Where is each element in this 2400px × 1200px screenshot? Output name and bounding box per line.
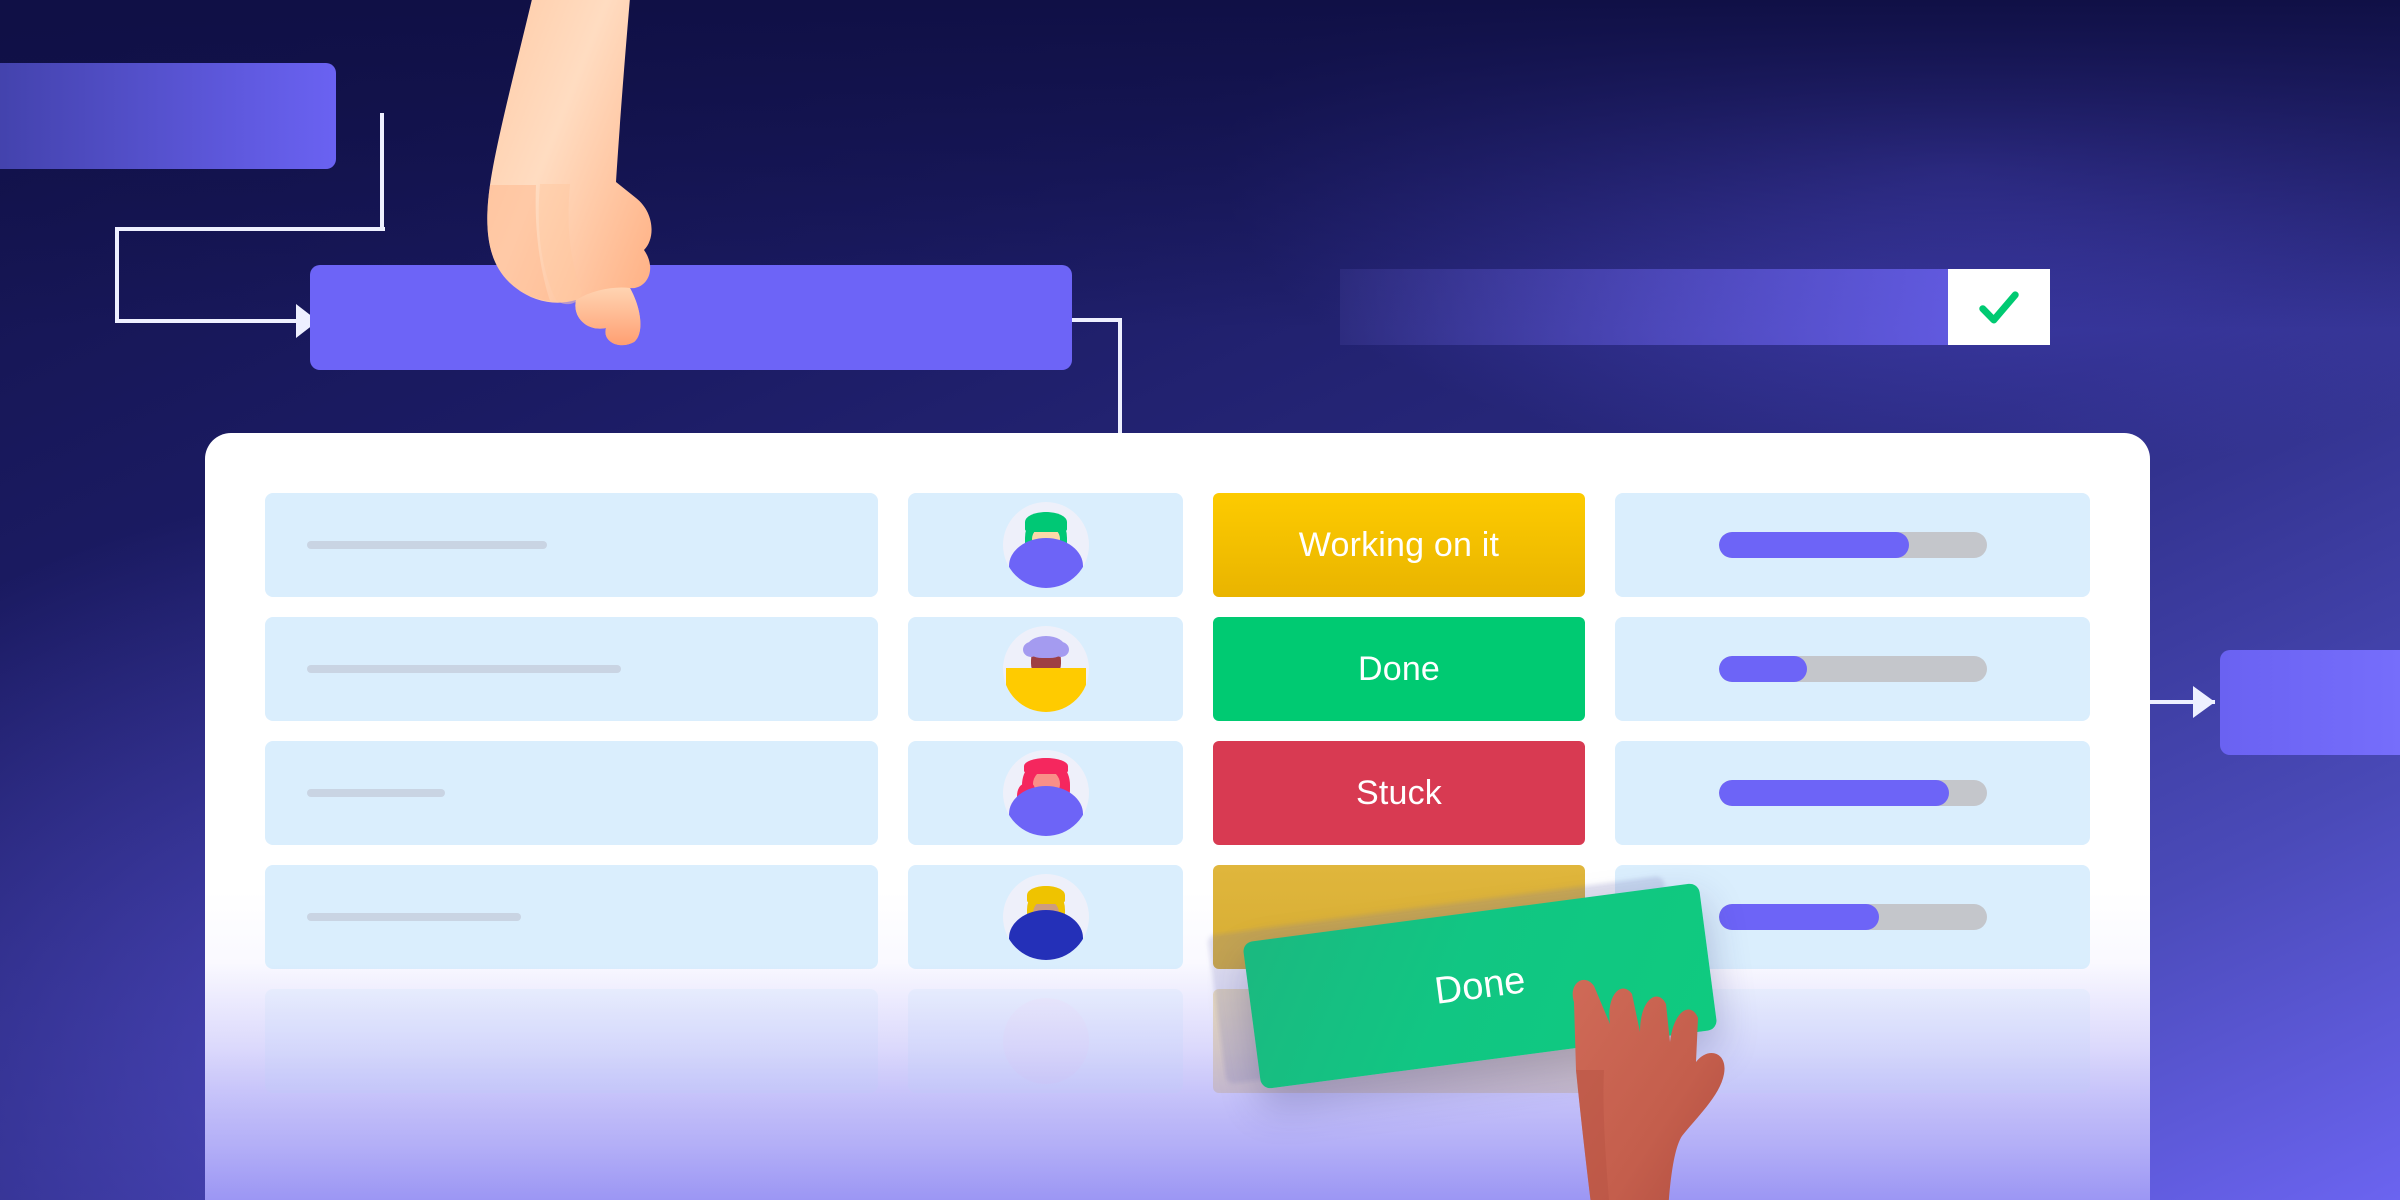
progress-bar[interactable] bbox=[1718, 532, 1987, 558]
owner-cell[interactable] bbox=[908, 741, 1183, 845]
task-cell[interactable] bbox=[265, 865, 878, 969]
connector-segment-6 bbox=[1118, 318, 1122, 438]
check-icon bbox=[1979, 291, 2019, 324]
status-cell[interactable]: Stuck bbox=[1213, 741, 1585, 845]
status-badge[interactable]: Working on it bbox=[1213, 493, 1585, 597]
connector-segment-1 bbox=[380, 113, 384, 230]
illustration-stage: Working on it Done Stuck Done bbox=[0, 0, 2400, 1200]
task-cell[interactable] bbox=[265, 493, 878, 597]
avatar bbox=[1002, 998, 1089, 1084]
owner-cell[interactable] bbox=[908, 617, 1183, 721]
owner-cell[interactable] bbox=[908, 865, 1183, 969]
connector-segment-3 bbox=[115, 227, 119, 323]
table-row[interactable]: Stuck bbox=[205, 741, 2150, 845]
progress-bar[interactable] bbox=[1718, 780, 1987, 806]
progress-fill bbox=[1718, 904, 1880, 930]
avatar bbox=[1002, 750, 1089, 836]
owner-cell[interactable] bbox=[908, 493, 1183, 597]
avatar bbox=[1002, 874, 1089, 960]
progress-cell[interactable] bbox=[1615, 741, 2090, 845]
task-complete-checkbox[interactable] bbox=[1948, 269, 2050, 345]
avatar bbox=[1002, 626, 1089, 712]
hand-reaching-down bbox=[487, 0, 652, 346]
task-cell[interactable] bbox=[265, 617, 878, 721]
task-cell[interactable] bbox=[265, 741, 878, 845]
connector-arrow-right bbox=[2193, 686, 2215, 718]
table-row[interactable]: Done bbox=[205, 617, 2150, 721]
gantt-bar-right[interactable] bbox=[2220, 650, 2400, 755]
progress-cell[interactable] bbox=[1615, 493, 2090, 597]
task-title-placeholder bbox=[307, 789, 445, 797]
table-row[interactable] bbox=[205, 865, 2150, 969]
connector-segment-2 bbox=[115, 227, 385, 231]
progress-bar[interactable] bbox=[1718, 656, 1987, 682]
status-badge[interactable]: Stuck bbox=[1213, 741, 1585, 845]
status-cell[interactable]: Done bbox=[1213, 617, 1585, 721]
task-cell[interactable] bbox=[265, 989, 878, 1093]
status-badge[interactable]: Done bbox=[1213, 617, 1585, 721]
progress-bar[interactable] bbox=[1718, 904, 1987, 930]
task-title-placeholder bbox=[307, 541, 547, 549]
status-cell[interactable]: Working on it bbox=[1213, 493, 1585, 597]
progress-fill bbox=[1718, 656, 1807, 682]
progress-fill bbox=[1718, 532, 1909, 558]
board-rows: Working on it Done Stuck bbox=[205, 493, 2150, 1113]
progress-fill bbox=[1718, 780, 1949, 806]
connector-segment-4 bbox=[115, 319, 305, 323]
avatar bbox=[1002, 502, 1089, 588]
hand-dragging-card bbox=[1572, 980, 1725, 1200]
task-title-placeholder bbox=[307, 665, 621, 673]
gantt-bar-top-left[interactable] bbox=[0, 63, 336, 169]
project-board-card: Working on it Done Stuck bbox=[205, 433, 2150, 1200]
owner-cell[interactable] bbox=[908, 989, 1183, 1093]
table-row[interactable] bbox=[205, 989, 2150, 1093]
progress-cell[interactable] bbox=[1615, 617, 2090, 721]
gantt-bar-top-right[interactable] bbox=[1340, 269, 1948, 345]
table-row[interactable]: Working on it bbox=[205, 493, 2150, 597]
task-title-placeholder bbox=[307, 913, 521, 921]
connector-segment-5 bbox=[1068, 318, 1122, 322]
